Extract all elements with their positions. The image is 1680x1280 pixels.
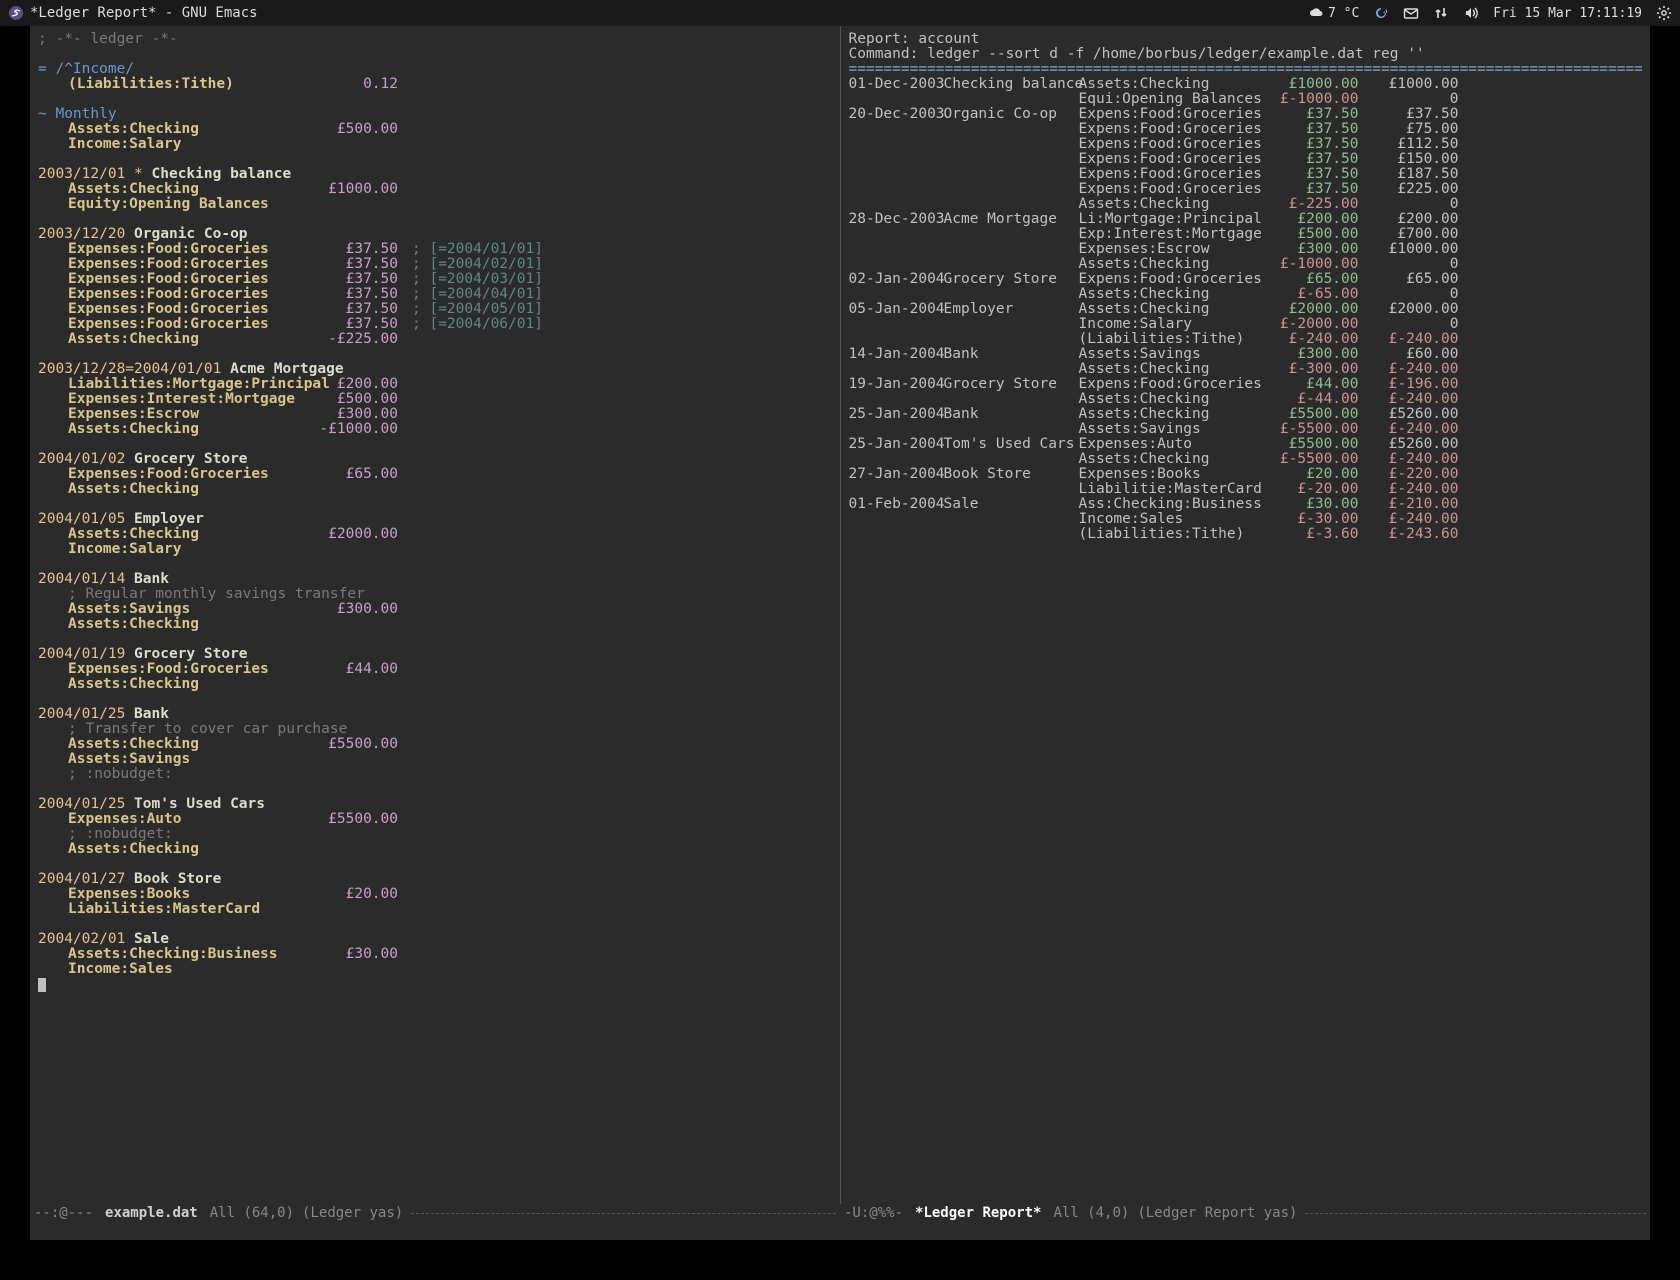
posting-row: Expenses:Auto£5500.00 xyxy=(38,812,832,827)
report-command: Command: ledger --sort d -f /home/borbus… xyxy=(849,47,1643,62)
posting-row: Expenses:Food:Groceries£65.00 xyxy=(38,467,832,482)
entry-header: 2003/12/20 Organic Co-op xyxy=(38,227,832,242)
posting-row: Assets:Checking xyxy=(38,482,832,497)
register-row: Assets:Checking£-1000.000 xyxy=(849,257,1643,272)
register-row: Equi:Opening Balances£-1000.000 xyxy=(849,92,1643,107)
refresh-icon[interactable] xyxy=(1373,5,1389,21)
window-title: *Ledger Report* - GNU Emacs xyxy=(30,5,258,21)
weather-indicator[interactable]: 7 °C xyxy=(1308,5,1359,21)
buffer-name-right: *Ledger Report* xyxy=(907,1206,1049,1221)
posting-row: Expenses:Escrow£300.00 xyxy=(38,407,832,422)
register-row: Assets:Checking£-225.000 xyxy=(849,197,1643,212)
posting-row: Expenses:Food:Groceries£37.50; [=2004/01… xyxy=(38,242,832,257)
mode-line-row: --:@--- example.dat All (64,0) (Ledger y… xyxy=(30,1204,1650,1222)
register-row: 28-Dec-2003Acme MortgageLi:Mortgage:Prin… xyxy=(849,212,1643,227)
ledger-report-buffer[interactable]: Report: accountCommand: ledger --sort d … xyxy=(840,26,1651,1204)
register-row: Expens:Food:Groceries£37.50£112.50 xyxy=(849,137,1643,152)
posting-row: Income:Salary xyxy=(38,137,832,152)
register-row: Assets:Checking£-44.00£-240.00 xyxy=(849,392,1643,407)
posting-row: Assets:Checking£1000.00 xyxy=(38,182,832,197)
text-cursor xyxy=(38,978,46,992)
buffer-name-left: example.dat xyxy=(97,1206,206,1221)
posting-row: Income:Sales xyxy=(38,962,832,977)
register-row: Expens:Food:Groceries£37.50£225.00 xyxy=(849,182,1643,197)
posting-row: Liabilities:MasterCard xyxy=(38,902,832,917)
clock[interactable]: Fri 15 Mar 17:11:19 xyxy=(1493,6,1642,21)
ledger-file-buffer[interactable]: ; -*- ledger -*- = /^Income/(Liabilities… xyxy=(30,26,840,1204)
entry-header: 2004/02/01 Sale xyxy=(38,932,832,947)
file-mode-comment: ; -*- ledger -*- xyxy=(38,32,832,47)
posting-row: Expenses:Food:Groceries£37.50; [=2004/03… xyxy=(38,272,832,287)
posting-row: Expenses:Food:Groceries£37.50; [=2004/04… xyxy=(38,287,832,302)
register-row: Expens:Food:Groceries£37.50£187.50 xyxy=(849,167,1643,182)
register-row: Expens:Food:Groceries£37.50£150.00 xyxy=(849,152,1643,167)
register-row: Liabilitie:MasterCard£-20.00£-240.00 xyxy=(849,482,1643,497)
posting-row: Liabilities:Mortgage:Principal£200.00 xyxy=(38,377,832,392)
posting-row: Expenses:Food:Groceries£44.00 xyxy=(38,662,832,677)
register-row: Expenses:Escrow£300.00£1000.00 xyxy=(849,242,1643,257)
posting-row: Assets:Savings xyxy=(38,752,832,767)
mode-line-right[interactable]: -U:@%%- *Ledger Report* All (4,0) (Ledge… xyxy=(840,1204,1650,1222)
register-row: Expens:Food:Groceries£37.50£75.00 xyxy=(849,122,1643,137)
register-row: 02-Jan-2004Grocery StoreExpens:Food:Groc… xyxy=(849,272,1643,287)
register-row: Assets:Checking£-5500.00£-240.00 xyxy=(849,452,1643,467)
entry-header: 2004/01/25 Bank xyxy=(38,707,832,722)
entry-header: 2003/12/28=2004/01/01 Acme Mortgage xyxy=(38,362,832,377)
posting-row: Equity:Opening Balances xyxy=(38,197,832,212)
register-row: Assets:Checking£-65.000 xyxy=(849,287,1643,302)
posting-row: Expenses:Food:Groceries£37.50; [=2004/05… xyxy=(38,302,832,317)
posting-row: Assets:Checking xyxy=(38,617,832,632)
entry-header: 2004/01/19 Grocery Store xyxy=(38,647,832,662)
register-row: 25-Jan-2004BankAssets:Checking£5500.00£5… xyxy=(849,407,1643,422)
cloud-icon xyxy=(1308,5,1324,21)
posting-row: Expenses:Food:Groceries£37.50; [=2004/02… xyxy=(38,257,832,272)
echo-area xyxy=(30,1222,1650,1240)
posting-row: Assets:Checking:Business£30.00 xyxy=(38,947,832,962)
entry-header: 2004/01/02 Grocery Store xyxy=(38,452,832,467)
register-row: 19-Jan-2004Grocery StoreExpens:Food:Groc… xyxy=(849,377,1643,392)
desktop-panel: *Ledger Report* - GNU Emacs 7 °C Fri 15 … xyxy=(0,0,1680,26)
posting-row: Assets:Checking£2000.00 xyxy=(38,527,832,542)
posting-row: Assets:Checking-£225.00 xyxy=(38,332,832,347)
mail-icon[interactable] xyxy=(1403,5,1419,21)
report-title: Report: account xyxy=(849,32,1643,47)
report-divider: ========================================… xyxy=(849,62,1643,77)
register-row: 20-Dec-2003Organic Co-opExpens:Food:Groc… xyxy=(849,107,1643,122)
register-row: Exp:Interest:Mortgage£500.00£700.00 xyxy=(849,227,1643,242)
emacs-app-icon xyxy=(8,5,24,21)
register-row: 27-Jan-2004Book StoreExpenses:Books£20.0… xyxy=(849,467,1643,482)
posting-row: Assets:Checking xyxy=(38,677,832,692)
posting-row: Expenses:Interest:Mortgage£500.00 xyxy=(38,392,832,407)
register-row: 25-Jan-2004Tom's Used CarsExpenses:Auto£… xyxy=(849,437,1643,452)
posting-row: Assets:Checking xyxy=(38,842,832,857)
posting-row: Assets:Savings£300.00 xyxy=(38,602,832,617)
register-row: 01-Feb-2004SaleAss:Checking:Business£30.… xyxy=(849,497,1643,512)
entry-header: 2004/01/05 Employer xyxy=(38,512,832,527)
posting-row: Assets:Checking£500.00 xyxy=(38,122,832,137)
entry-header: 2004/01/27 Book Store xyxy=(38,872,832,887)
entry-header: 2004/01/25 Tom's Used Cars xyxy=(38,797,832,812)
emacs-frame: ; -*- ledger -*- = /^Income/(Liabilities… xyxy=(30,26,1650,1240)
posting-row: Assets:Checking£5500.00 xyxy=(38,737,832,752)
entry-header: 2003/12/01 * Checking balance xyxy=(38,167,832,182)
register-row: (Liabilities:Tithe)£-3.60£-243.60 xyxy=(849,527,1643,542)
register-row: Income:Salary£-2000.000 xyxy=(849,317,1643,332)
posting-row: Expenses:Books£20.00 xyxy=(38,887,832,902)
register-row: 01-Dec-2003Checking balanceAssets:Checki… xyxy=(849,77,1643,92)
network-icon[interactable] xyxy=(1433,5,1449,21)
posting-row: Expenses:Food:Groceries£37.50; [=2004/06… xyxy=(38,317,832,332)
posting-row: (Liabilities:Tithe)0.12 xyxy=(38,77,832,92)
settings-gear-icon[interactable] xyxy=(1656,5,1672,21)
register-row: Income:Sales£-30.00£-240.00 xyxy=(849,512,1643,527)
posting-row: Income:Salary xyxy=(38,542,832,557)
entry-header: 2004/01/14 Bank xyxy=(38,572,832,587)
register-row: Assets:Checking£-300.00£-240.00 xyxy=(849,362,1643,377)
posting-row: Assets:Checking-£1000.00 xyxy=(38,422,832,437)
register-row: 14-Jan-2004BankAssets:Savings£300.00£60.… xyxy=(849,347,1643,362)
volume-icon[interactable] xyxy=(1463,5,1479,21)
register-row: 05-Jan-2004EmployerAssets:Checking£2000.… xyxy=(849,302,1643,317)
register-row: Assets:Savings£-5500.00£-240.00 xyxy=(849,422,1643,437)
register-row: (Liabilities:Tithe)£-240.00£-240.00 xyxy=(849,332,1643,347)
mode-line-left[interactable]: --:@--- example.dat All (64,0) (Ledger y… xyxy=(30,1204,840,1222)
